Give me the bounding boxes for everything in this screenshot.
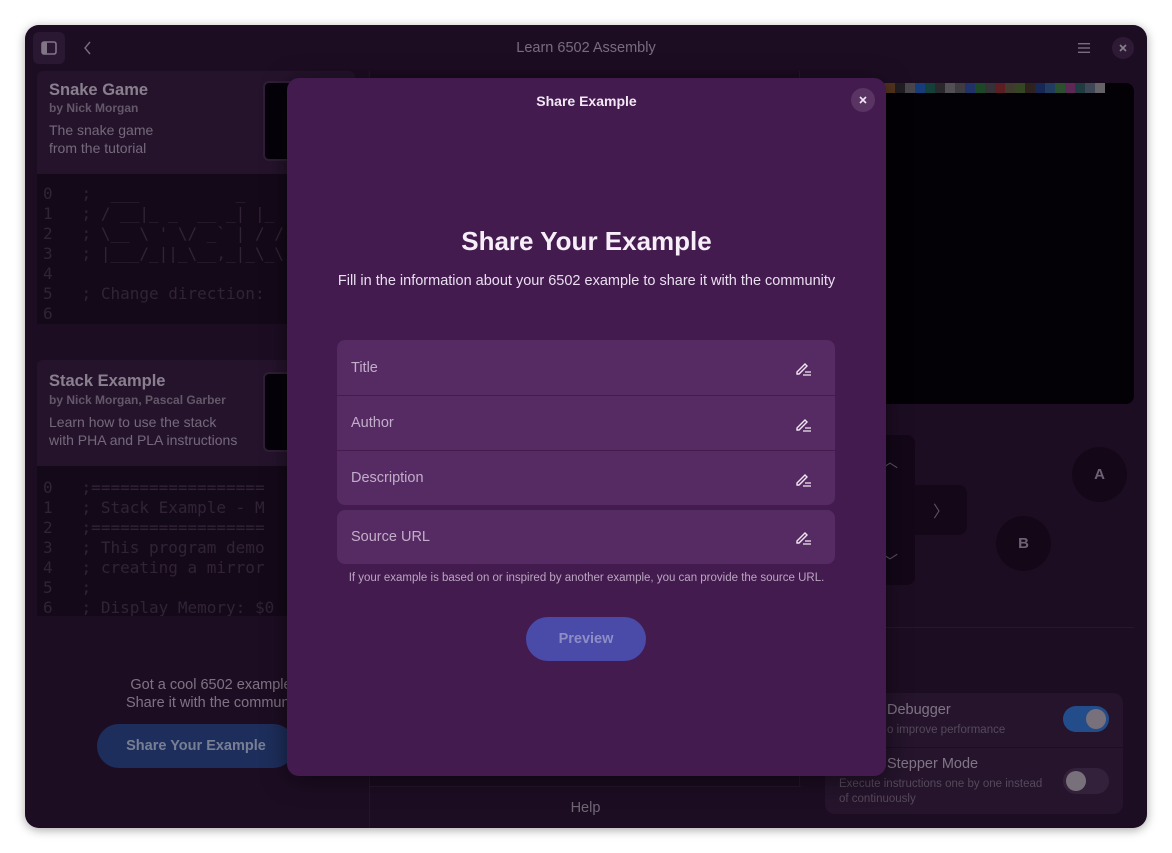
edit-icon <box>796 474 811 487</box>
source-url-field[interactable]: Source URL <box>337 510 835 564</box>
close-icon <box>859 96 867 104</box>
field-label: Title <box>351 359 378 376</box>
title-field[interactable]: Title <box>337 340 835 395</box>
source-url-group: Source URL <box>337 510 835 564</box>
author-field[interactable]: Author <box>337 395 835 450</box>
dialog-title: Share Example <box>536 93 637 109</box>
source-url-hint: If your example is based on or inspired … <box>348 572 825 584</box>
share-example-dialog: Share Example Share Your Example Fill in… <box>287 78 886 776</box>
field-label: Source URL <box>351 529 430 545</box>
edit-icon <box>796 363 811 376</box>
preview-button[interactable]: Preview <box>526 617 646 661</box>
field-label: Description <box>351 470 424 486</box>
edit-icon <box>796 419 811 432</box>
field-label: Author <box>351 415 394 431</box>
example-info-fields: Title Author Description <box>337 340 835 505</box>
edit-icon <box>796 532 811 545</box>
app-window: Learn 6502 Assembly Snake Game by Nick M… <box>25 25 1147 828</box>
description-field[interactable]: Description <box>337 450 835 505</box>
dialog-subtitle: Fill in the information about your 6502 … <box>337 273 836 289</box>
dialog-close-button[interactable] <box>851 88 875 112</box>
dialog-heading: Share Your Example <box>461 226 712 256</box>
